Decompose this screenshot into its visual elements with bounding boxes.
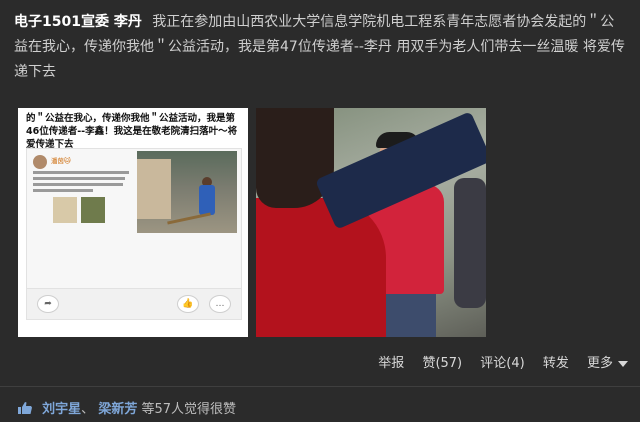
post-image-screenshot[interactable]: 的＂公益在我心，传递你我他＂公益活动，我是第46位传递者--李鑫！我这是在敬老院… bbox=[18, 108, 248, 337]
liker-name[interactable]: 梁新芳 bbox=[98, 402, 137, 417]
post-image-photo[interactable] bbox=[256, 108, 486, 337]
likes-count-text[interactable]: 等57人觉得很赞 bbox=[141, 402, 236, 417]
embedded-text-line bbox=[33, 189, 93, 192]
liker-name[interactable]: 刘宇星 bbox=[42, 402, 81, 417]
thumbs-up-icon bbox=[18, 402, 32, 414]
embedded-text-line bbox=[33, 177, 125, 180]
liker-separator: 、 bbox=[81, 402, 95, 417]
comment-icon: … bbox=[209, 295, 231, 313]
chevron-down-icon bbox=[618, 360, 628, 367]
embedded-photo bbox=[137, 151, 237, 233]
comment-link[interactable]: 评论(4) bbox=[480, 356, 524, 371]
likes-summary: 刘宇星、 梁新芳 等57人觉得很赞 bbox=[18, 398, 236, 417]
more-label: 更多 bbox=[586, 356, 613, 371]
avatar bbox=[33, 155, 47, 169]
post-actions: 举报 赞(57) 评论(4) 转发 更多 bbox=[364, 352, 628, 371]
embedded-post: 潘茵🐱 ➦ 👍 … bbox=[26, 148, 242, 320]
share-icon: ➦ bbox=[37, 295, 59, 313]
embedded-text-line bbox=[33, 171, 129, 174]
screenshot-caption: 的＂公益在我心，传递你我他＂公益活动，我是第46位传递者--李鑫！我这是在敬老院… bbox=[26, 113, 238, 150]
embedded-text-line bbox=[33, 183, 123, 186]
embedded-thumbnail bbox=[81, 197, 105, 223]
divider bbox=[0, 386, 640, 387]
embedded-thumbnail bbox=[53, 197, 77, 223]
forward-link[interactable]: 转发 bbox=[543, 356, 569, 371]
post-text: 电子1501宣委 李丹 我正在参加由山西农业大学信息学院机电工程系青年志愿者协会… bbox=[14, 10, 626, 85]
report-link[interactable]: 举报 bbox=[378, 356, 404, 371]
more-menu[interactable]: 更多 bbox=[587, 356, 628, 371]
embedded-author: 潘茵🐱 bbox=[51, 157, 71, 165]
like-icon: 👍 bbox=[177, 295, 199, 313]
post-author[interactable]: 电子1501宣委 李丹 bbox=[14, 14, 142, 30]
embedded-action-bar: ➦ 👍 … bbox=[27, 288, 241, 319]
like-link[interactable]: 赞(57) bbox=[422, 356, 462, 371]
